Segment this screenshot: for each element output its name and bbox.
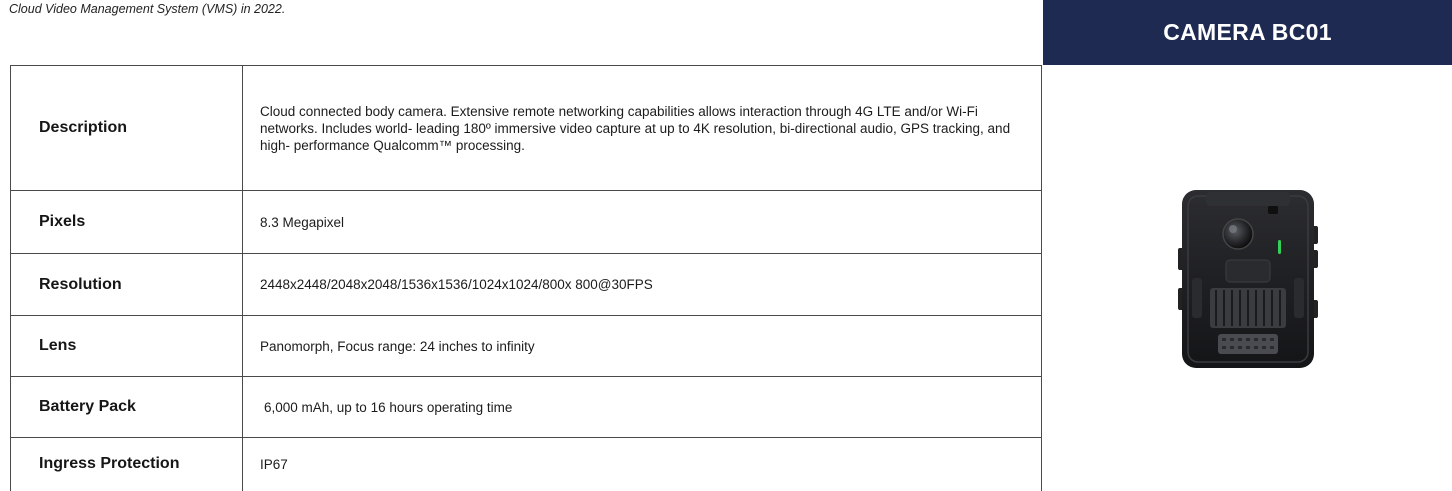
row-label: Pixels: [10, 190, 243, 254]
product-image-area: [1043, 65, 1452, 489]
row-value-text: 6,000 mAh, up to 16 hours operating time: [264, 399, 513, 415]
table-row: Battery Pack 6,000 mAh, up to 16 hours o…: [10, 376, 1042, 438]
table-row: Description Cloud connected body camera.…: [10, 65, 1042, 191]
row-value: 8.3 Megapixel: [242, 190, 1042, 254]
caption: Cloud Video Management System (VMS) in 2…: [9, 2, 286, 16]
body-camera-image: [1178, 190, 1318, 368]
row-value: 6,000 mAh, up to 16 hours operating time: [242, 376, 1042, 438]
row-label: Resolution: [10, 253, 243, 316]
row-value: Cloud connected body camera. Extensive r…: [242, 65, 1042, 191]
product-panel: CAMERA BC01: [1043, 0, 1452, 489]
row-value: Panomorph, Focus range: 24 inches to inf…: [242, 315, 1042, 377]
spec-table: Description Cloud connected body camera.…: [10, 65, 1042, 491]
row-label: Battery Pack: [10, 376, 243, 438]
row-label: Ingress Protection: [10, 437, 243, 491]
row-label: Lens: [10, 315, 243, 377]
product-title: CAMERA BC01: [1043, 0, 1452, 65]
table-row: Lens Panomorph, Focus range: 24 inches t…: [10, 315, 1042, 377]
table-row: Resolution 2448x2448/2048x2048/1536x1536…: [10, 253, 1042, 316]
row-value: 2448x2448/2048x2048/1536x1536/1024x1024/…: [242, 253, 1042, 316]
table-row: Ingress Protection IP67: [10, 437, 1042, 491]
table-row: Pixels 8.3 Megapixel: [10, 190, 1042, 254]
row-label: Description: [10, 65, 243, 191]
row-value: IP67: [242, 437, 1042, 491]
